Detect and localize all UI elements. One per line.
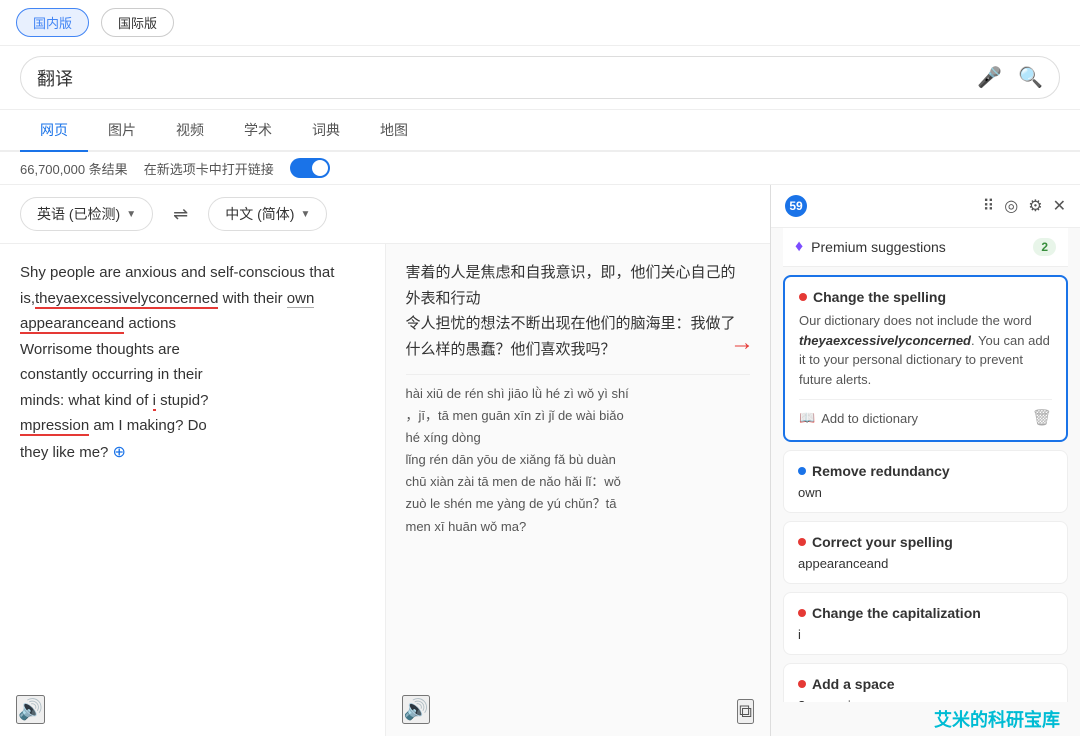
new-tab-label: 在新选项卡中打开链接 — [144, 159, 274, 178]
suggestion-card-space[interactable]: Add a space ?mpression — [783, 663, 1068, 702]
red-arrow-annotation: → — [730, 324, 754, 362]
misspelled-word: theyaexcessivelyconcerned — [35, 290, 218, 309]
source-lang-label: 英语 (已检测) — [37, 204, 120, 224]
dot-red-cap — [798, 609, 806, 617]
source-text: Shy people are anxious and self-consciou… — [20, 260, 365, 466]
sugg-value-redundancy: own — [798, 485, 1053, 500]
premium-left: ♦ Premium suggestions — [795, 238, 946, 256]
source-lang-select[interactable]: 英语 (已检测) ▼ — [20, 197, 153, 231]
sugg-value-capitalization: i — [798, 627, 1053, 642]
results-count: 66,700,000 条结果 — [20, 159, 128, 178]
tab-domestic[interactable]: 国内版 — [16, 8, 89, 37]
swap-langs-button[interactable]: ⇌ — [173, 204, 188, 225]
add-dict-label: Add to dictionary — [821, 411, 918, 426]
target-lang-label: 中文 (简体) — [225, 204, 294, 224]
premium-count-badge: 2 — [1033, 238, 1056, 256]
search-input[interactable] — [37, 67, 965, 88]
nav-tab-map[interactable]: 地图 — [360, 110, 428, 152]
nav-tab-images[interactable]: 图片 — [88, 110, 156, 152]
dot-blue-redundancy — [798, 467, 806, 475]
sugg-header-correct-spelling: Correct your spelling — [798, 534, 1053, 550]
sugg-title-space: Add a space — [812, 676, 894, 692]
grammar-header: 59 ⠿ ◎ ⚙ ✕ — [771, 185, 1080, 228]
sugg-body-spelling: Our dictionary does not include the word… — [799, 311, 1052, 389]
diamond-icon: ♦ — [795, 238, 803, 256]
settings-icon[interactable]: ⚙ — [1028, 196, 1042, 216]
nav-tab-webpage[interactable]: 网页 — [20, 110, 88, 152]
main-content: 英语 (已检测) ▼ ⇌ 中文 (简体) ▼ Shy people are an… — [0, 185, 1080, 736]
transliteration-text: hài xiū de rén shì jiāo lǜ hé zì wǒ yì s… — [406, 383, 751, 538]
target-lang-arrow: ▼ — [300, 209, 310, 220]
source-lang-arrow: ▼ — [126, 209, 136, 220]
target-text-box: 害着的人是焦虑和自我意识，即，他们关心自己的外表和行动令人担忧的想法不断出现在他… — [386, 244, 771, 736]
branding: 艾米的科研宝库 — [771, 702, 1080, 736]
add-dict-row: 📖 Add to dictionary 🗑 — [799, 399, 1052, 428]
source-audio-button[interactable]: 🔊 — [16, 695, 45, 724]
sugg-header-capitalization: Change the capitalization — [798, 605, 1053, 621]
sugg-header-redundancy: Remove redundancy — [798, 463, 1053, 479]
translation-panel: 英语 (已检测) ▼ ⇌ 中文 (简体) ▼ Shy people are an… — [0, 185, 770, 736]
branding-text: 艾米的科研宝库 — [934, 710, 1060, 730]
search-icons: 🎤 🔍 — [977, 65, 1043, 90]
close-icon[interactable]: ✕ — [1053, 196, 1066, 216]
sugg-title-redundancy: Remove redundancy — [812, 463, 950, 479]
search-input-wrap: 🎤 🔍 — [20, 56, 1060, 99]
premium-bar: ♦ Premium suggestions 2 — [783, 228, 1068, 267]
add-icon: ⊕ — [113, 444, 126, 461]
add-to-dictionary-button[interactable]: 📖 Add to dictionary — [799, 410, 918, 426]
suggestion-card-capitalization[interactable]: Change the capitalization i — [783, 592, 1068, 655]
dot-red-space — [798, 680, 806, 688]
nav-tab-video[interactable]: 视频 — [156, 110, 224, 152]
grammar-header-icons: ⠿ ◎ ⚙ ✕ — [983, 196, 1066, 216]
sugg-header-spelling: Change the spelling — [799, 289, 1052, 305]
target-audio-button[interactable]: 🔊 — [402, 695, 431, 724]
nav-tabs: 网页 图片 视频 学术 词典 地图 — [0, 110, 1080, 152]
sugg-header-space: Add a space — [798, 676, 1053, 692]
target-copy-button[interactable]: ⧉ — [737, 699, 754, 724]
premium-label: Premium suggestions — [811, 239, 946, 255]
grammar-count-badge: 59 — [785, 195, 807, 217]
misspelled-word-label: theyaexcessivelyconcerned — [799, 333, 971, 348]
suggestion-card-spelling[interactable]: Change the spelling Our dictionary does … — [783, 275, 1068, 442]
target-lang-select[interactable]: 中文 (简体) ▼ — [208, 197, 327, 231]
lang-selectors: 英语 (已检测) ▼ ⇌ 中文 (简体) ▼ — [0, 185, 770, 244]
suggestion-card-redundancy[interactable]: Remove redundancy own — [783, 450, 1068, 513]
space-error-word: mpression — [20, 417, 89, 436]
sugg-title-correct-spelling: Correct your spelling — [812, 534, 953, 550]
tab-international[interactable]: 国际版 — [101, 8, 174, 37]
dot-red-spelling — [799, 293, 807, 301]
results-meta: 66,700,000 条结果 在新选项卡中打开链接 — [0, 152, 1080, 185]
dot-red-correct — [798, 538, 806, 546]
nav-tab-academic[interactable]: 学术 — [224, 110, 292, 152]
grammar-body[interactable]: ♦ Premium suggestions 2 Change the spell… — [771, 228, 1080, 702]
grammar-header-left: 59 — [785, 195, 807, 217]
cap-error-word: i — [153, 392, 156, 411]
search-icon[interactable]: 🔍 — [1018, 65, 1043, 90]
sugg-value-correct-spelling: appearanceand — [798, 556, 1053, 571]
source-text-box[interactable]: Shy people are anxious and self-consciou… — [0, 244, 386, 736]
target-text-chinese: 害着的人是焦虑和自我意识，即，他们关心自己的外表和行动令人担忧的想法不断出现在他… — [406, 260, 751, 362]
grid-icon[interactable]: ⠿ — [983, 196, 995, 216]
mic-icon[interactable]: 🎤 — [977, 65, 1002, 90]
translation-boxes: Shy people are anxious and self-consciou… — [0, 244, 770, 736]
top-bar: 国内版 国际版 — [0, 0, 1080, 46]
target-icon[interactable]: ◎ — [1004, 196, 1018, 216]
spelling-error-word: appearanceand — [20, 315, 124, 334]
grammar-panel: 59 ⠿ ◎ ⚙ ✕ ♦ Premium suggestions 2 — [770, 185, 1080, 736]
add-dict-icon: 📖 — [799, 410, 815, 426]
nav-tab-dict[interactable]: 词典 — [292, 110, 360, 152]
sugg-title-capitalization: Change the capitalization — [812, 605, 981, 621]
redundant-word: own — [287, 290, 315, 308]
sugg-title-spelling: Change the spelling — [813, 289, 946, 305]
new-tab-toggle[interactable] — [290, 158, 330, 178]
search-bar: 🎤 🔍 — [0, 46, 1080, 110]
suggestion-card-correct-spelling[interactable]: Correct your spelling appearanceand — [783, 521, 1068, 584]
trash-icon[interactable]: 🗑 — [1032, 408, 1052, 428]
